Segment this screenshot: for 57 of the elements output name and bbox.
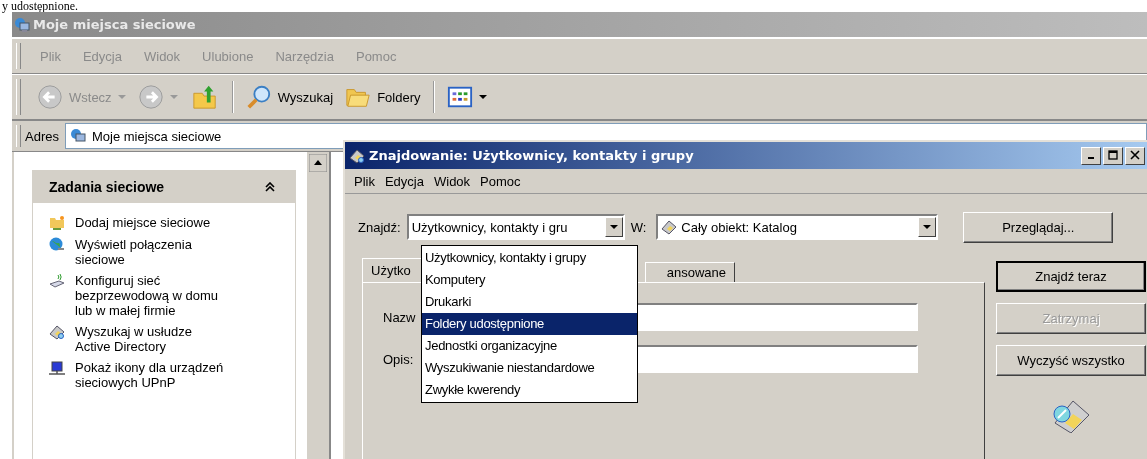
menu-item[interactable]: Plik xyxy=(349,173,380,189)
scroll-up-icon[interactable] xyxy=(309,154,327,172)
dropdown-option[interactable]: Jednostki organizacyjne xyxy=(422,335,637,357)
directory-search-icon xyxy=(349,147,365,164)
in-label: W: xyxy=(630,219,647,235)
close-icon xyxy=(1130,149,1140,160)
in-combo-box[interactable]: Cały obiekt: Katalog xyxy=(656,214,939,240)
dropdown-option[interactable]: Wyszukiwanie niestandardowe xyxy=(422,357,637,379)
monitor-icon xyxy=(49,360,65,376)
wireless-device-icon xyxy=(49,273,65,289)
search-button[interactable]: Wyszukaj xyxy=(241,82,338,112)
menu-item[interactable]: Edycja xyxy=(379,173,429,189)
caret-icon xyxy=(923,225,932,229)
maximize-icon xyxy=(1108,149,1118,160)
find-combo-box[interactable]: Użytkownicy, kontakty i gru xyxy=(406,214,625,240)
task-link[interactable]: Dodaj miejsce sieciowe xyxy=(75,215,230,230)
network-computer-icon xyxy=(69,128,86,144)
caption-text: y udostępnione. xyxy=(1,0,79,12)
find-label: Znajdź: xyxy=(358,219,401,235)
network-computer-icon xyxy=(14,16,30,33)
dropdown-option[interactable]: Drukarki xyxy=(422,291,637,313)
minimize-icon xyxy=(1088,156,1094,159)
window-title: Moje miejsca sieciowe xyxy=(33,17,196,32)
task-link[interactable]: Wyświetl połączenia sieciowe xyxy=(75,237,230,267)
caret-icon xyxy=(609,225,618,229)
caret-icon xyxy=(117,95,126,99)
address-label: Adres xyxy=(25,128,60,144)
dropdown-option[interactable]: Foldery udostępnione xyxy=(422,313,637,335)
browse-button[interactable]: Przeglądaj... xyxy=(963,211,1114,243)
action-button[interactable]: Znajdź teraz xyxy=(996,261,1146,292)
directory-icon xyxy=(661,219,678,235)
menu-item[interactable]: Widok xyxy=(429,173,476,189)
tab[interactable]: ansowane xyxy=(645,262,735,282)
network-folder-icon xyxy=(49,215,65,231)
dropdown-option[interactable]: Zwykłe kwerendy xyxy=(422,379,637,401)
maximize-button[interactable] xyxy=(1103,146,1123,165)
task-link[interactable]: Wyszukaj w usłudze Active Directory xyxy=(75,324,230,354)
globe-icon xyxy=(49,237,65,253)
action-button[interactable]: Wyczyść wszystko xyxy=(996,345,1146,376)
caret-icon xyxy=(478,95,487,99)
task-link[interactable]: Pokaż ikony dla urządzeń sieciowych UPnP xyxy=(75,360,230,390)
close-button[interactable] xyxy=(1125,146,1145,165)
collapse-icon[interactable] xyxy=(265,182,275,192)
dialog-title: Znajdowanie: Użytkownicy, kontakty i grupy xyxy=(369,148,695,163)
folders-button[interactable]: Foldery xyxy=(341,82,425,112)
dropdown-option[interactable]: Użytkownicy, kontakty i grupy xyxy=(422,247,637,269)
scrollbar[interactable] xyxy=(307,152,331,459)
views-icon xyxy=(446,84,473,110)
task-link[interactable]: Konfiguruj sieć bezprzewodową w domu lub w małej firmie xyxy=(75,273,230,318)
dropdown-option[interactable]: Komputery xyxy=(422,269,637,291)
search-icon xyxy=(245,84,272,110)
task-panel-header[interactable]: Zadania sieciowe xyxy=(33,171,295,203)
menu-item[interactable]: Pomoc xyxy=(475,173,526,189)
field-label: Opis: xyxy=(383,351,415,367)
minimize-button[interactable] xyxy=(1081,146,1101,165)
caret-icon xyxy=(169,95,178,99)
directory-search-icon xyxy=(49,324,65,340)
